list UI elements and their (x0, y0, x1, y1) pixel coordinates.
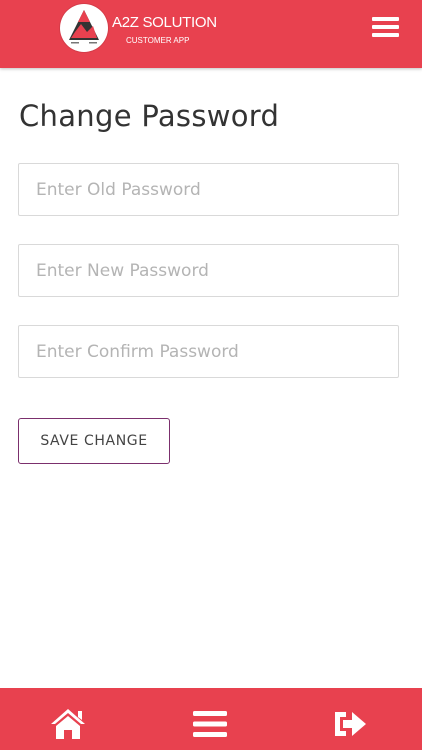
confirm-password-field[interactable] (18, 325, 399, 378)
brand-title: A2Z SOLUTION (112, 14, 217, 31)
home-icon[interactable] (50, 707, 86, 741)
hamburger-menu-icon[interactable] (372, 15, 400, 39)
page-title: Change Password (19, 99, 280, 133)
save-change-button[interactable]: SAVE CHANGE (18, 418, 170, 464)
top-app-bar: A2Z SOLUTION CUSTOMER APP (0, 0, 422, 68)
brand-subtitle: CUSTOMER APP (126, 36, 190, 45)
old-password-field[interactable] (18, 163, 399, 216)
menu-icon[interactable] (192, 707, 228, 741)
new-password-field[interactable] (18, 244, 399, 297)
a2z-logo-icon (60, 4, 108, 52)
bottom-nav (0, 688, 422, 750)
logout-icon[interactable] (332, 707, 368, 741)
